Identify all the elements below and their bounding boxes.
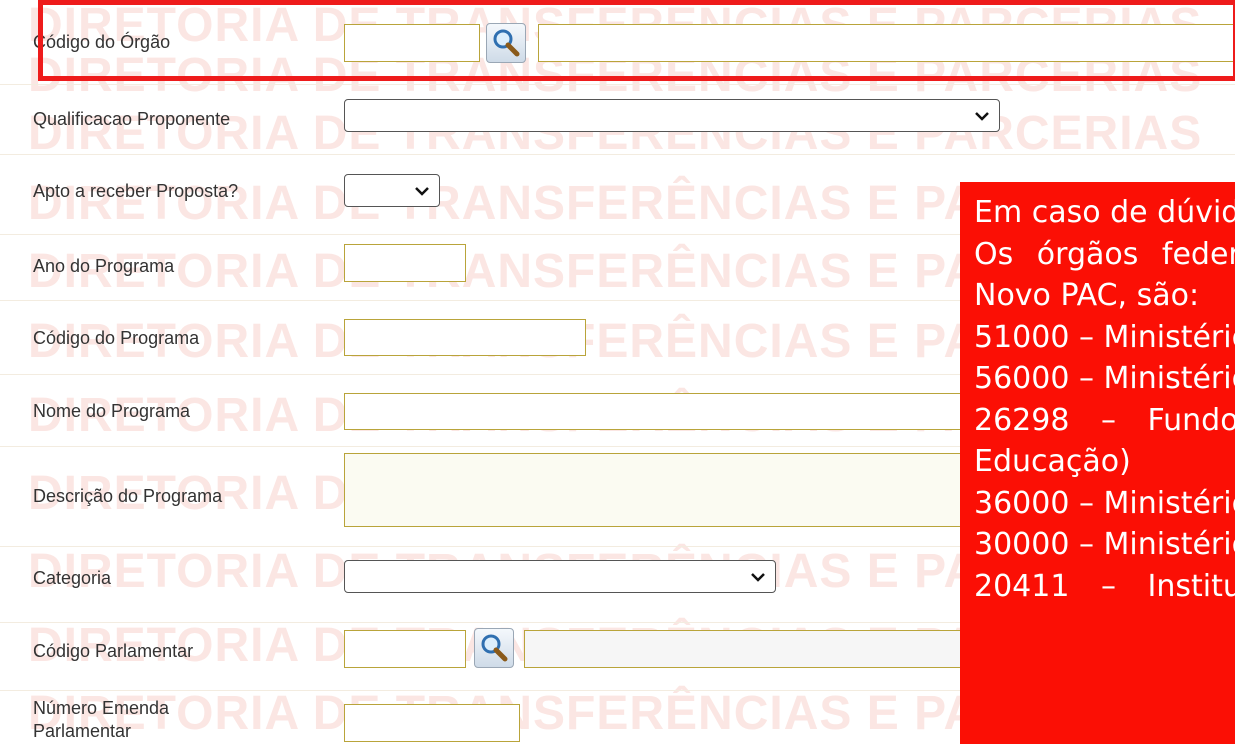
note-line: 36000 – Ministério xyxy=(974,485,1235,521)
note-line: Os órgãos federais xyxy=(974,236,1235,272)
codigo-programa-input[interactable] xyxy=(344,319,586,356)
apto-label: Apto a receber Proposta? xyxy=(33,181,239,201)
qualificacao-select[interactable] xyxy=(344,99,1000,132)
apto-select[interactable] xyxy=(344,174,440,207)
note-line: Em caso de dúvida xyxy=(974,195,1235,230)
ano-programa-label: Ano do Programa xyxy=(33,256,175,276)
field-highlight-frame xyxy=(38,0,1235,81)
codigo-parlamentar-input[interactable] xyxy=(344,630,466,668)
numero-emenda-input[interactable] xyxy=(344,704,520,742)
codigo-programa-label: Código do Programa xyxy=(33,328,200,348)
chevron-down-icon xyxy=(415,186,429,196)
numero-emenda-label-line2: Parlamentar xyxy=(33,721,132,741)
row-qualificacao: Qualificacao Proponente xyxy=(0,84,1235,155)
chevron-down-icon xyxy=(975,111,989,121)
chevron-down-icon xyxy=(751,572,765,582)
note-line: Educação) xyxy=(974,444,1131,479)
nome-programa-input[interactable] xyxy=(344,393,964,430)
info-note-panel: Em caso de dúvida Os órgãos federais Nov… xyxy=(960,182,1235,744)
note-line: Novo PAC, são: xyxy=(974,278,1200,313)
parlamentar-lookup-button[interactable] xyxy=(474,628,514,668)
note-line: 30000 – Ministério xyxy=(974,527,1235,562)
parlamentar-name-display xyxy=(524,630,964,668)
categoria-select[interactable] xyxy=(344,560,776,593)
ano-programa-input[interactable] xyxy=(344,244,466,282)
codigo-parlamentar-label: Código Parlamentar xyxy=(33,641,194,661)
magnifier-icon xyxy=(481,634,508,662)
descricao-programa-textarea[interactable] xyxy=(344,453,964,527)
categoria-label: Categoria xyxy=(33,568,112,588)
note-line: 26298 – Fundo xyxy=(974,402,1235,438)
nome-programa-label: Nome do Programa xyxy=(33,401,191,421)
numero-emenda-label-line1: Número Emenda xyxy=(33,698,170,718)
note-line: 51000 – Ministério xyxy=(974,319,1235,355)
note-line: 20411 – Instituto xyxy=(974,568,1235,604)
note-line: 56000 – Ministério xyxy=(974,361,1235,396)
qualificacao-label: Qualificacao Proponente xyxy=(33,109,231,129)
descricao-programa-label: Descrição do Programa xyxy=(33,486,223,506)
